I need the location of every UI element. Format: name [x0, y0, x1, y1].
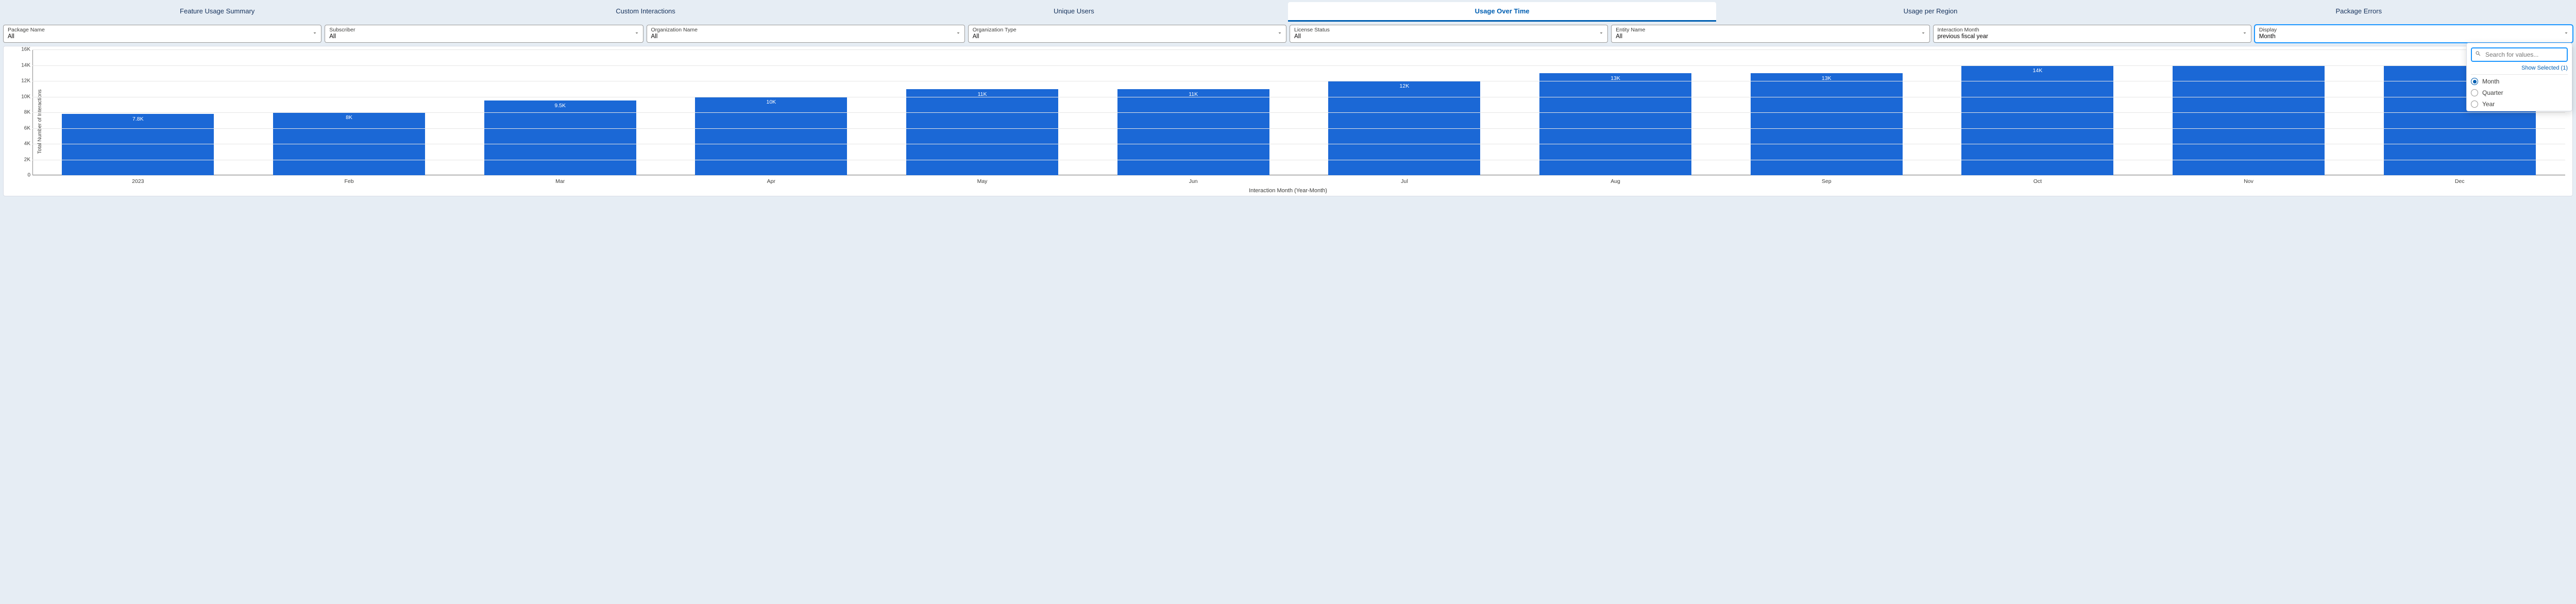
- filter-value: All: [8, 33, 310, 41]
- radio-icon: [2471, 100, 2478, 108]
- chevron-down-icon: [634, 29, 640, 39]
- option-month[interactable]: Month: [2471, 78, 2568, 85]
- filter-value: All: [329, 33, 631, 41]
- bar-data-label: 14K: [1961, 68, 2113, 74]
- filter-organization-type[interactable]: Organization TypeAll: [968, 25, 1286, 43]
- chevron-down-icon: [955, 29, 961, 39]
- x-tick-label: May: [877, 178, 1088, 184]
- display-filter-popover: Show Selected (1) Month Quarter Year: [2466, 43, 2572, 111]
- bar-nov[interactable]: [2173, 65, 2325, 176]
- x-tick-label: Oct: [1932, 178, 2143, 184]
- filter-value: All: [1294, 33, 1596, 41]
- y-tick-label: 0: [14, 173, 30, 178]
- search-icon: [2475, 50, 2481, 59]
- search-input[interactable]: [2484, 51, 2564, 59]
- filter-value: All: [973, 33, 1275, 41]
- tab-custom-interactions[interactable]: Custom Interactions: [431, 2, 859, 22]
- filter-label: License Status: [1294, 27, 1596, 33]
- tab-usage-over-time[interactable]: Usage Over Time: [1288, 2, 1716, 22]
- x-tick-label: Nov: [2143, 178, 2354, 184]
- show-selected-link[interactable]: Show Selected (1): [2471, 65, 2568, 71]
- filter-value: previous fiscal year: [1938, 33, 2240, 41]
- bar-data-label: 11K: [906, 91, 1058, 97]
- x-tick-label: Aug: [1510, 178, 1721, 184]
- tab-feature-usage-summary[interactable]: Feature Usage Summary: [3, 2, 431, 22]
- filter-label: Package Name: [8, 27, 310, 33]
- filter-label: Entity Name: [1616, 27, 1918, 33]
- chevron-down-icon: [2242, 29, 2248, 39]
- bar-data-label: 12K: [1328, 83, 1480, 89]
- x-axis-label: Interaction Month (Year-Month): [9, 188, 2567, 194]
- bar-data-label: 11K: [1117, 91, 1269, 97]
- bar-jun[interactable]: 11K: [1117, 89, 1269, 176]
- bar-data-label: 9.5K: [484, 103, 636, 109]
- gridline: [32, 128, 2565, 129]
- bar-apr[interactable]: 10K: [695, 97, 847, 176]
- x-tick-label: Jul: [1299, 178, 1510, 184]
- filter-package-name[interactable]: Package NameAll: [3, 25, 321, 43]
- filter-label: Subscriber: [329, 27, 631, 33]
- x-tick-label: Sep: [1721, 178, 1932, 184]
- bar-data-label: 7.8K: [62, 116, 214, 122]
- y-tick-label: 12K: [14, 78, 30, 84]
- x-tick-label: Mar: [454, 178, 666, 184]
- bar-data-label: 13K: [1539, 75, 1691, 81]
- filter-subscriber[interactable]: SubscriberAll: [325, 25, 643, 43]
- gridline: [32, 65, 2565, 66]
- x-tick-label: 2023: [32, 178, 244, 184]
- filter-license-status[interactable]: License StatusAll: [1290, 25, 1608, 43]
- filter-label: Display: [2259, 27, 2561, 33]
- radio-icon: [2471, 78, 2478, 85]
- chevron-down-icon: [1598, 29, 1604, 39]
- option-label: Month: [2482, 78, 2499, 85]
- bar-data-label: 8K: [273, 114, 425, 121]
- y-tick-label: 10K: [14, 94, 30, 99]
- filter-interaction-month[interactable]: Interaction Monthprevious fiscal year: [1933, 25, 2251, 43]
- x-tick-label: Feb: [244, 178, 455, 184]
- option-label: Quarter: [2482, 89, 2503, 96]
- filter-value: Month: [2259, 33, 2561, 41]
- bar-data-label: 13K: [1751, 75, 1903, 81]
- filter-organization-name[interactable]: Organization NameAll: [647, 25, 965, 43]
- option-year[interactable]: Year: [2471, 100, 2568, 108]
- filter-label: Interaction Month: [1938, 27, 2240, 33]
- chart-panel: Total Number of Interactions 7.8K8K9.5K1…: [3, 46, 2573, 196]
- y-tick-label: 16K: [14, 47, 30, 53]
- chevron-down-icon: [1277, 29, 1283, 39]
- y-tick-label: 4K: [14, 141, 30, 147]
- filter-value: All: [1616, 33, 1918, 41]
- x-tick-label: Apr: [666, 178, 877, 184]
- bar-may[interactable]: 11K: [906, 89, 1058, 176]
- x-tick-label: Dec: [2354, 178, 2565, 184]
- filter-entity-name[interactable]: Entity NameAll: [1611, 25, 1929, 43]
- search-input-wrap[interactable]: [2471, 47, 2568, 62]
- chevron-down-icon: [1920, 29, 1926, 39]
- gridline: [32, 49, 2565, 50]
- filter-label: Organization Type: [973, 27, 1275, 33]
- bar-data-label: 10K: [695, 99, 847, 105]
- filter-display[interactable]: DisplayMonthShow Selected (1)MonthQuarte…: [2255, 25, 2573, 43]
- chevron-down-icon: [2563, 29, 2569, 39]
- radio-icon: [2471, 89, 2478, 96]
- tab-unique-users[interactable]: Unique Users: [860, 2, 1288, 22]
- y-tick-label: 6K: [14, 125, 30, 131]
- y-tick-label: 2K: [14, 157, 30, 162]
- tab-package-errors[interactable]: Package Errors: [2145, 2, 2573, 22]
- option-quarter[interactable]: Quarter: [2471, 89, 2568, 96]
- tab-usage-per-region[interactable]: Usage per Region: [1716, 2, 2144, 22]
- bar-mar[interactable]: 9.5K: [484, 100, 636, 175]
- y-tick-label: 8K: [14, 110, 30, 115]
- chevron-down-icon: [312, 29, 318, 39]
- bar-2023[interactable]: 7.8K: [62, 114, 214, 175]
- gridline: [32, 175, 2565, 176]
- y-tick-label: 14K: [14, 62, 30, 68]
- filter-label: Organization Name: [651, 27, 953, 33]
- option-label: Year: [2482, 100, 2495, 108]
- filter-value: All: [651, 33, 953, 41]
- x-tick-label: Jun: [1088, 178, 1299, 184]
- gridline: [32, 112, 2565, 113]
- bar-oct[interactable]: 14K: [1961, 65, 2113, 176]
